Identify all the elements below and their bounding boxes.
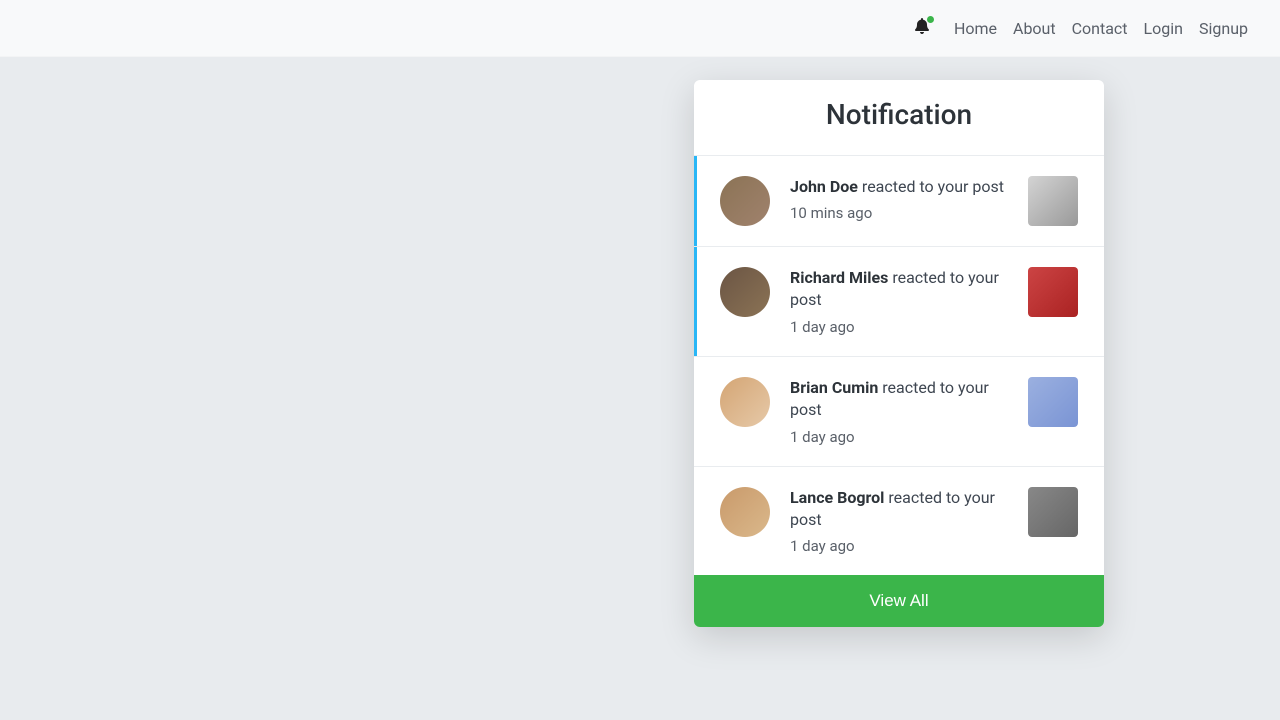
- notification-content: Lance Bogrol reacted to your post 1 day …: [790, 487, 1028, 556]
- post-thumbnail: [1028, 377, 1078, 427]
- notification-dot-icon: [927, 16, 934, 23]
- notification-content: Brian Cumin reacted to your post 1 day a…: [790, 377, 1028, 446]
- notification-list: John Doe reacted to your post 10 mins ag…: [694, 156, 1104, 575]
- notification-user-name: Lance Bogrol: [790, 488, 884, 507]
- notification-item[interactable]: John Doe reacted to your post 10 mins ag…: [694, 156, 1104, 247]
- avatar: [720, 487, 770, 537]
- nav-link-home[interactable]: Home: [954, 19, 997, 38]
- notification-time: 1 day ago: [790, 428, 1016, 446]
- notification-content: John Doe reacted to your post 10 mins ag…: [790, 176, 1028, 222]
- notification-user-name: Richard Miles: [790, 268, 888, 287]
- nav-link-contact[interactable]: Contact: [1072, 19, 1128, 38]
- notification-time: 1 day ago: [790, 537, 1016, 555]
- nav-link-signup[interactable]: Signup: [1199, 19, 1248, 38]
- dropdown-title: Notification: [694, 80, 1104, 156]
- nav-link-about[interactable]: About: [1013, 19, 1056, 38]
- notification-text: Richard Miles reacted to your post: [790, 267, 1016, 312]
- notification-item[interactable]: Lance Bogrol reacted to your post 1 day …: [694, 467, 1104, 576]
- navbar: Home About Contact Login Signup: [0, 0, 1280, 57]
- nav-link-login[interactable]: Login: [1144, 19, 1183, 38]
- avatar: [720, 176, 770, 226]
- notification-content: Richard Miles reacted to your post 1 day…: [790, 267, 1028, 336]
- notification-time: 10 mins ago: [790, 204, 1016, 222]
- notification-item[interactable]: Richard Miles reacted to your post 1 day…: [694, 247, 1104, 357]
- nav-items: Home About Contact Login Signup: [914, 18, 1248, 38]
- notification-text: Brian Cumin reacted to your post: [790, 377, 1016, 422]
- avatar: [720, 267, 770, 317]
- notification-action: reacted to your post: [862, 177, 1004, 196]
- avatar: [720, 377, 770, 427]
- notification-time: 1 day ago: [790, 318, 1016, 336]
- notification-bell-button[interactable]: [914, 18, 930, 38]
- post-thumbnail: [1028, 176, 1078, 226]
- post-thumbnail: [1028, 267, 1078, 317]
- notification-item[interactable]: Brian Cumin reacted to your post 1 day a…: [694, 357, 1104, 467]
- notification-text: John Doe reacted to your post: [790, 176, 1016, 198]
- post-thumbnail: [1028, 487, 1078, 537]
- notification-user-name: John Doe: [790, 177, 858, 196]
- notification-text: Lance Bogrol reacted to your post: [790, 487, 1016, 532]
- notification-user-name: Brian Cumin: [790, 378, 878, 397]
- view-all-button[interactable]: View All: [694, 575, 1104, 627]
- notification-dropdown: Notification John Doe reacted to your po…: [694, 80, 1104, 627]
